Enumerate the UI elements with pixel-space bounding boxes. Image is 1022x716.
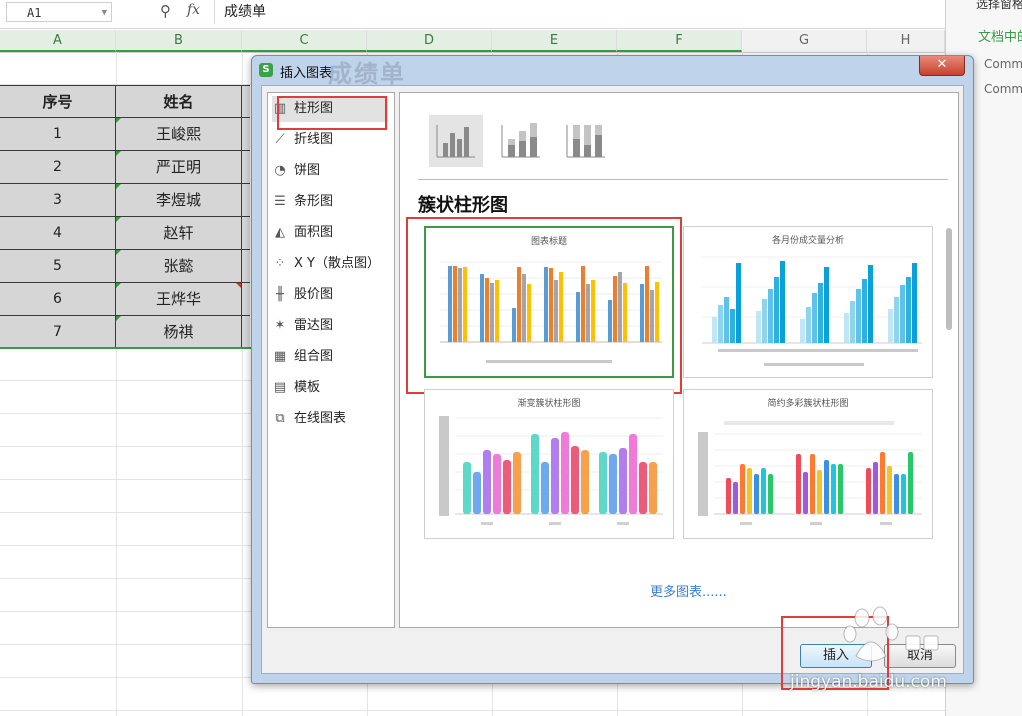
column-header-c[interactable]: C <box>242 30 367 52</box>
dialog-titlebar[interactable]: S 插入图表 成绩单 ✕ <box>252 56 973 88</box>
table-row: 7 杨祺 <box>0 316 250 349</box>
bar-chart-icon: ☰ <box>274 194 286 209</box>
column-header-e[interactable]: E <box>492 30 617 52</box>
chart-type-line[interactable]: ⟋ 折线图 <box>272 127 388 153</box>
table-header-row: 序号 姓名 <box>0 85 250 118</box>
line-chart-icon: ⟋ <box>275 132 285 147</box>
insert-chart-dialog: S 插入图表 成绩单 ✕ ▥ 柱形图 ⟋ 折线图 ◔ 饼图 ☰ 条形图 ◭ 面积图 ⁘ X … <box>251 55 974 690</box>
table-row: 3 李煜城 <box>0 184 250 217</box>
header-cell-index[interactable]: 序号 <box>0 86 116 117</box>
cell-index[interactable]: 4 <box>0 217 116 249</box>
chevron-down-icon[interactable]: ▼ <box>102 3 107 23</box>
chart-type-radar[interactable]: ✶ 雷达图 <box>272 313 388 339</box>
annotation-highlight <box>277 96 387 130</box>
pane-title: 选择窗格 <box>976 0 1022 11</box>
cell-name[interactable]: 赵轩 <box>116 217 242 249</box>
app-logo-icon: S <box>259 63 273 77</box>
pane-item[interactable]: Comm <box>984 57 1022 71</box>
scrollbar[interactable] <box>946 228 952 330</box>
chart-type-bar[interactable]: ☰ 条形图 <box>272 189 388 215</box>
percent-stacked-column-thumb[interactable] <box>559 115 613 167</box>
chart-type-area[interactable]: ◭ 面积图 <box>272 220 388 246</box>
radar-chart-icon: ✶ <box>274 318 286 333</box>
pie-chart-icon: ◔ <box>274 163 286 178</box>
table-row: 1 王峻熙 <box>0 118 250 151</box>
formula-bar: A1 ▼ ⚲ fx 成绩单 <box>0 0 1022 29</box>
chart-type-scatter[interactable]: ⁘ X Y（散点图） <box>272 251 388 277</box>
scatter-chart-icon: ⁘ <box>274 256 286 271</box>
combo-chart-icon: ▦ <box>273 349 287 364</box>
cell-name[interactable]: 杨祺 <box>116 316 242 348</box>
cell-index[interactable]: 6 <box>0 283 116 315</box>
watermark-text: jingyan.baidu.com <box>790 672 947 692</box>
divider <box>418 179 948 180</box>
preview-chart-thumbnail <box>702 256 922 366</box>
chart-subtype-title: 簇状柱形图 <box>418 195 508 216</box>
table-row: 6 王烨华 <box>0 283 250 316</box>
pane-doc-label: 文档中的 <box>978 30 1022 45</box>
column-header: A B C D E F G H <box>0 30 945 53</box>
cell-name[interactable]: 王峻熙 <box>116 118 242 150</box>
table-row: 5 张懿 <box>0 250 250 283</box>
preview-card-monthly-volume[interactable]: 各月份成交量分析 <box>683 226 933 378</box>
cell-index[interactable]: 1 <box>0 118 116 150</box>
table-row: 4 赵轩 <box>0 217 250 250</box>
column-header-f[interactable]: F <box>617 30 742 52</box>
watermark-logo <box>843 606 939 662</box>
stacked-column-thumb[interactable] <box>494 115 548 167</box>
cell-index[interactable]: 5 <box>0 250 116 282</box>
preview-card-gradient-column[interactable]: 渐变簇状柱形图 <box>424 389 674 539</box>
formula-input[interactable]: 成绩单 <box>214 0 964 24</box>
cell-name[interactable]: 王烨华 <box>116 283 242 315</box>
column-header-b[interactable]: B <box>116 30 242 52</box>
chart-type-combo[interactable]: ▦ 组合图 <box>272 344 388 370</box>
chart-type-online[interactable]: ⧉ 在线图表 <box>272 406 388 432</box>
cell-name[interactable]: 李煜城 <box>116 184 242 216</box>
pane-item[interactable]: Comm <box>984 82 1022 96</box>
cell-index[interactable]: 3 <box>0 184 116 216</box>
chart-type-pie[interactable]: ◔ 饼图 <box>272 158 388 184</box>
table-row: 2 严正明 <box>0 151 250 184</box>
zoom-icon[interactable]: ⚲ <box>160 2 171 20</box>
chart-type-list: ▥ 柱形图 ⟋ 折线图 ◔ 饼图 ☰ 条形图 ◭ 面积图 ⁘ X Y（散点图） ╫ 股价图 ✶… <box>267 92 395 628</box>
template-icon: ▤ <box>273 380 287 395</box>
preview-chart-thumbnail <box>698 421 922 525</box>
annotation-highlight <box>406 217 682 394</box>
area-chart-icon: ◭ <box>275 225 285 240</box>
dialog-body: ▥ 柱形图 ⟋ 折线图 ◔ 饼图 ☰ 条形图 ◭ 面积图 ⁘ X Y（散点图） ╫ 股价图 ✶… <box>261 85 964 690</box>
preview-card-colorful-column[interactable]: 简约多彩簇状柱形图 <box>683 389 933 539</box>
chart-type-stock[interactable]: ╫ 股价图 <box>272 282 388 308</box>
selection-border <box>0 347 252 349</box>
more-charts-link[interactable]: 更多图表...... <box>650 581 727 600</box>
cell-name[interactable]: 严正明 <box>116 151 242 183</box>
column-header-a[interactable]: A <box>0 30 116 52</box>
dialog-title: 插入图表 <box>280 66 333 81</box>
column-header-d[interactable]: D <box>367 30 492 52</box>
cell-index[interactable]: 7 <box>0 316 116 348</box>
stock-chart-icon: ╫ <box>276 287 284 302</box>
clustered-column-thumb[interactable] <box>429 115 483 167</box>
dialog-ghost-text: 成绩单 <box>328 60 406 88</box>
close-button[interactable]: ✕ <box>919 56 965 76</box>
chart-type-template[interactable]: ▤ 模板 <box>272 375 388 401</box>
chart-preview-pane: 簇状柱形图 图表标题 各月份成交量分析 渐变簇状柱形图 简约多彩簇状柱形图 更多… <box>399 92 959 628</box>
column-header-h[interactable]: H <box>867 30 945 52</box>
preview-chart-thumbnail <box>439 416 663 525</box>
cell-index[interactable]: 2 <box>0 151 116 183</box>
fx-icon[interactable]: fx <box>187 2 200 18</box>
column-header-g[interactable]: G <box>742 30 867 52</box>
name-box[interactable]: A1 ▼ <box>6 2 112 22</box>
cell-name[interactable]: 张懿 <box>116 250 242 282</box>
online-chart-icon: ⧉ <box>275 411 285 426</box>
header-cell-name[interactable]: 姓名 <box>116 86 242 117</box>
